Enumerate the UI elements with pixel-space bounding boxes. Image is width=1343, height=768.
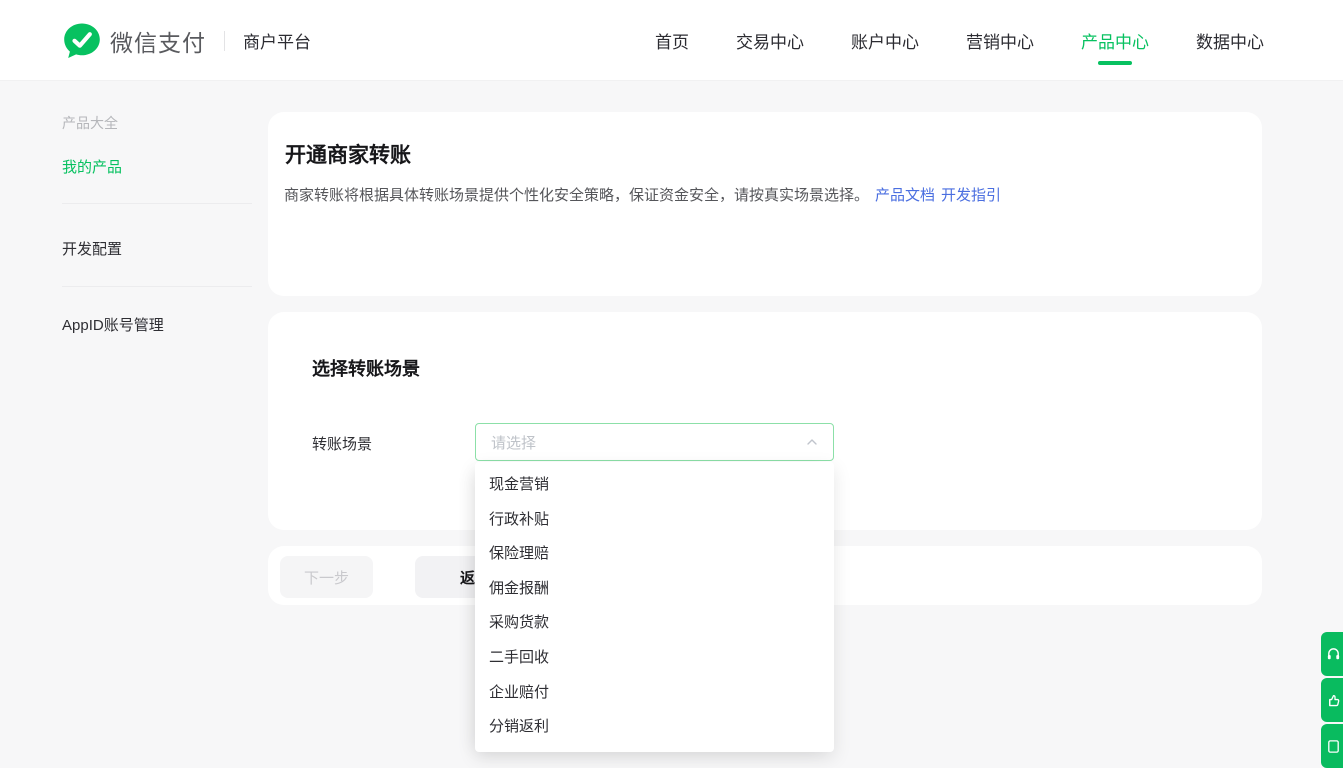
sidebar-section-all-products[interactable]: 产品大全 bbox=[62, 113, 118, 133]
brand-area: 微信支付 商户平台 bbox=[62, 0, 311, 81]
nav-item-account[interactable]: 账户中心 bbox=[851, 0, 919, 81]
transfer-scenario-label: 转账场景 bbox=[312, 433, 372, 454]
chevron-up-icon bbox=[805, 435, 819, 449]
dropdown-option-cash-marketing[interactable]: 现金营销 bbox=[475, 468, 834, 503]
form-heading: 选择转账场景 bbox=[312, 355, 420, 381]
next-step-button[interactable]: 下一步 bbox=[280, 556, 373, 598]
floating-tab-document[interactable] bbox=[1321, 724, 1343, 768]
product-doc-link[interactable]: 产品文档 bbox=[875, 187, 935, 204]
nav-item-transactions[interactable]: 交易中心 bbox=[736, 0, 804, 81]
dropdown-option-distribution-rebate[interactable]: 分销返利 bbox=[475, 710, 834, 745]
brand-name: 微信支付 bbox=[110, 24, 206, 58]
page-title: 开通商家转账 bbox=[285, 139, 411, 169]
scenario-dropdown-panel: 现金营销 行政补贴 保险理赔 佣金报酬 采购货款 二手回收 企业赔付 分销返利 bbox=[475, 462, 834, 752]
thumbs-up-icon bbox=[1326, 693, 1341, 708]
dropdown-option-admin-subsidy[interactable]: 行政补贴 bbox=[475, 503, 834, 538]
intro-card: 开通商家转账 商家转账将根据具体转账场景提供个性化安全策略，保证资金安全，请按真… bbox=[268, 112, 1262, 296]
nav-item-products-label: 产品中心 bbox=[1081, 28, 1149, 53]
nav-item-products[interactable]: 产品中心 bbox=[1081, 0, 1149, 81]
dropdown-option-commission[interactable]: 佣金报酬 bbox=[475, 572, 834, 607]
nav-item-home[interactable]: 首页 bbox=[655, 0, 689, 81]
dropdown-option-procurement[interactable]: 采购货款 bbox=[475, 606, 834, 641]
sidebar-item-my-products[interactable]: 我的产品 bbox=[62, 156, 122, 177]
sidebar-divider bbox=[62, 203, 252, 204]
intro-description: 商家转账将根据具体转账场景提供个性化安全策略，保证资金安全，请按真实场景选择。产… bbox=[284, 184, 1001, 205]
floating-tab-feedback[interactable] bbox=[1321, 678, 1343, 722]
dev-guide-link[interactable]: 开发指引 bbox=[941, 187, 1001, 204]
top-header: 微信支付 商户平台 首页 交易中心 账户中心 营销中心 产品中心 数据中心 bbox=[0, 0, 1343, 81]
intro-description-text: 商家转账将根据具体转账场景提供个性化安全策略，保证资金安全，请按真实场景选择。 bbox=[284, 187, 869, 204]
main-nav: 首页 交易中心 账户中心 营销中心 产品中心 数据中心 bbox=[655, 0, 1264, 81]
wechat-pay-logo-icon bbox=[62, 21, 102, 61]
floating-tab-customer-service[interactable] bbox=[1321, 632, 1343, 676]
dropdown-option-enterprise-compensation[interactable]: 企业赔付 bbox=[475, 676, 834, 711]
select-placeholder: 请选择 bbox=[491, 432, 805, 453]
nav-item-marketing[interactable]: 营销中心 bbox=[966, 0, 1034, 81]
sidebar-divider bbox=[62, 286, 252, 287]
brand-separator bbox=[224, 31, 225, 51]
sidebar-item-dev-config[interactable]: 开发配置 bbox=[62, 238, 122, 259]
nav-item-data[interactable]: 数据中心 bbox=[1196, 0, 1264, 81]
dropdown-option-insurance-claim[interactable]: 保险理赔 bbox=[475, 537, 834, 572]
portal-name: 商户平台 bbox=[243, 28, 311, 53]
transfer-scenario-select[interactable]: 请选择 bbox=[475, 423, 834, 461]
dropdown-option-secondhand-recycle[interactable]: 二手回收 bbox=[475, 641, 834, 676]
customer-service-icon bbox=[1326, 647, 1341, 662]
sidebar-item-appid-management[interactable]: AppID账号管理 bbox=[62, 314, 164, 335]
active-nav-underline bbox=[1098, 61, 1132, 65]
document-icon bbox=[1326, 739, 1341, 754]
